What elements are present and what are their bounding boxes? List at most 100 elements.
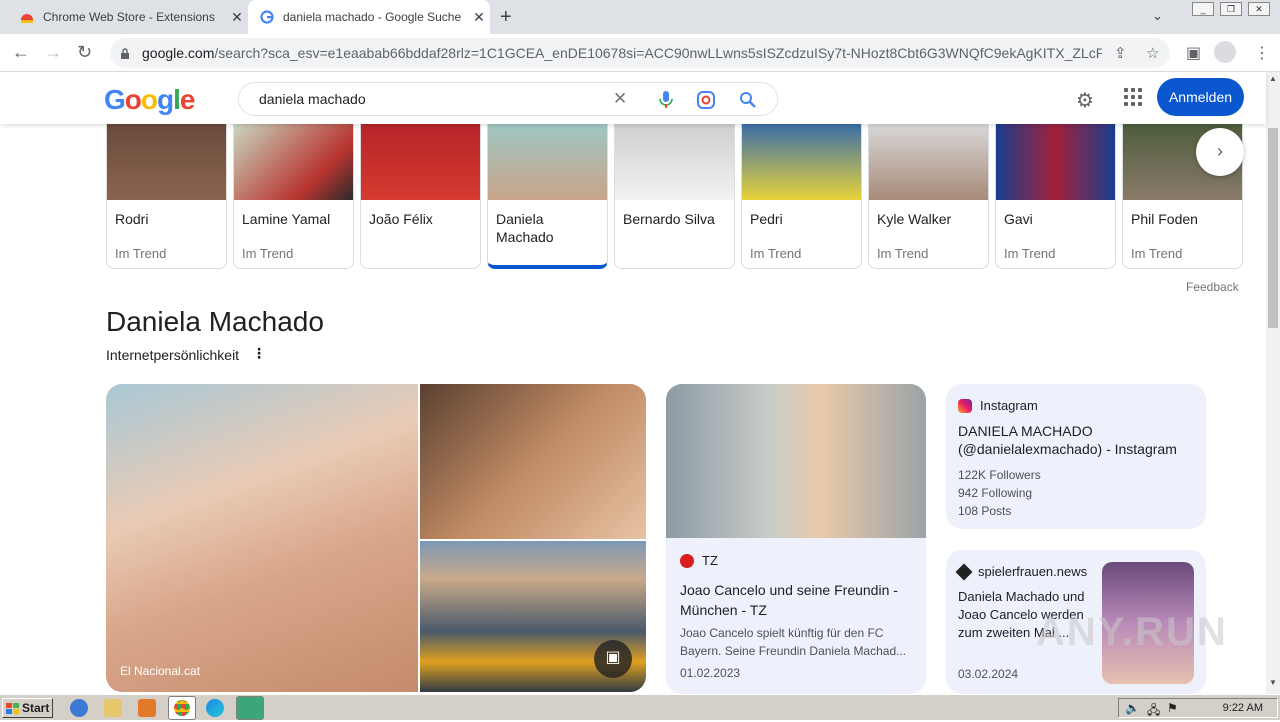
carousel-card-selected[interactable]: Daniela Machado [487, 124, 608, 269]
card-name: Phil Foden [1131, 211, 1198, 227]
sign-in-button[interactable]: Anmelden [1157, 78, 1244, 116]
news-image [666, 384, 926, 538]
windows-logo-icon [6, 702, 19, 714]
news-date: 03.02.2024 [958, 667, 1019, 681]
news-snippet: Joao Cancelo spielt künftig für den FC B… [680, 626, 907, 658]
clear-icon[interactable]: ✕ [613, 89, 627, 109]
google-logo[interactable]: Google [104, 84, 195, 116]
clock: 9:22 AM [1222, 702, 1263, 714]
close-window-button[interactable]: ✕ [1248, 2, 1270, 16]
image-gallery-icon[interactable]: ▣ [594, 640, 632, 678]
tab-google-search[interactable]: daniela machado - Google Suche ✕ [248, 0, 490, 34]
url-text: google.com/search?sca_esv=e1eaabab66bdda… [142, 45, 1102, 61]
volume-icon[interactable]: 🔈 [1125, 701, 1140, 715]
more-options-icon[interactable]: ⋮ [252, 345, 266, 362]
person-image [869, 124, 988, 200]
tab-chrome-web-store[interactable]: Chrome Web Store - Extensions ✕ [8, 0, 248, 34]
search-input[interactable] [259, 91, 599, 107]
star-icon[interactable]: ☆ [1146, 44, 1159, 62]
instagram-icon [958, 398, 972, 413]
scroll-down-arrow-icon[interactable]: ▼ [1269, 678, 1277, 687]
news-headline[interactable]: Joao Cancelo und seine Freundin - Münche… [680, 580, 912, 620]
start-button[interactable]: Start [2, 698, 53, 718]
scroll-up-arrow-icon[interactable]: ▲ [1269, 74, 1277, 83]
card-name: Gavi [1004, 211, 1033, 227]
tab-strip: Chrome Web Store - Extensions ✕ daniela … [0, 0, 1280, 34]
trend-label: Im Trend [242, 246, 294, 261]
settings-gear-icon[interactable]: ⚙ [1076, 88, 1094, 113]
taskbar: Start 🔈 🖧 ⚑ 9:22 AM [0, 694, 1280, 720]
news-card-tz[interactable]: TZ Joao Cancelo und seine Freundin - Mün… [666, 384, 926, 694]
close-icon[interactable]: ✕ [226, 9, 248, 26]
scrollbar-thumb[interactable] [1268, 128, 1278, 328]
system-tray: 🔈 🖧 ⚑ 9:22 AM [1118, 698, 1278, 718]
image-tile[interactable] [420, 384, 646, 539]
folder-icon[interactable] [104, 699, 122, 717]
scrollbar[interactable]: ▲ ▼ [1266, 72, 1280, 694]
card-name: João Félix [369, 211, 433, 227]
ie-icon[interactable] [70, 699, 88, 717]
address-bar[interactable]: google.com/search?sca_esv=e1eaabab66bdda… [110, 38, 1170, 68]
flag-icon[interactable]: ⚑ [1167, 701, 1178, 715]
news-date: 01.02.2023 [680, 666, 741, 680]
close-icon[interactable]: ✕ [468, 9, 490, 26]
chevron-down-icon[interactable]: ⌄ [1152, 8, 1163, 24]
carousel-card[interactable]: Lamine Yamal Im Trend [233, 124, 354, 269]
network-icon[interactable]: 🖧 [1147, 701, 1160, 722]
search-icon[interactable] [739, 91, 757, 109]
posts-count: 108 Posts [958, 504, 1012, 518]
profile-avatar[interactable] [1214, 41, 1236, 63]
feedback-link[interactable]: Feedback [1186, 280, 1239, 294]
search-box: ✕ [238, 82, 778, 116]
share-icon[interactable]: ⇪ [1114, 44, 1127, 62]
person-image [107, 124, 226, 200]
google-g-icon [260, 10, 274, 24]
card-name: Bernardo Silva [623, 211, 715, 227]
person-image [488, 124, 607, 200]
side-panel-icon[interactable]: ▣ [1186, 43, 1201, 63]
carousel-card[interactable]: Bernardo Silva [614, 124, 735, 269]
main-image[interactable]: El Nacional.cat [106, 384, 418, 692]
image-credit: El Nacional.cat [120, 664, 201, 678]
source-label: Instagram [958, 398, 1038, 413]
carousel-card[interactable]: Kyle Walker Im Trend [868, 124, 989, 269]
carousel-card[interactable]: João Félix [360, 124, 481, 269]
instagram-card[interactable]: Instagram DANIELA MACHADO (@danielalexma… [946, 384, 1206, 529]
lens-icon[interactable] [697, 91, 715, 109]
google-header: Google ✕ ⚙ Anmelden [0, 72, 1266, 124]
forward-arrow-icon[interactable]: → [44, 43, 62, 61]
source-label: spielerfrauen.news [955, 563, 1087, 580]
entity-subtitle: Internetpersönlichkeit [106, 347, 240, 363]
window-controls: _ ❐ ✕ [1192, 2, 1270, 16]
people-carousel: Rodri Im Trend Lamine Yamal Im Trend Joã… [106, 124, 1246, 274]
tz-logo-icon [680, 553, 694, 568]
trend-label: Im Trend [877, 246, 929, 261]
browser-toolbar: ← → ↻ google.com/search?sca_esv=e1eaabab… [0, 34, 1280, 72]
watermark: ANY.RUN [1036, 610, 1228, 654]
card-name: Lamine Yamal [242, 211, 331, 227]
microphone-icon[interactable] [659, 91, 673, 109]
back-arrow-icon[interactable]: ← [12, 43, 30, 61]
carousel-card[interactable]: Pedri Im Trend [741, 124, 862, 269]
tab-title: Chrome Web Store - Extensions [43, 10, 215, 24]
more-menu-icon[interactable]: ⋮ [1254, 43, 1270, 63]
chrome-taskbar-icon[interactable] [168, 696, 196, 720]
tab-title: daniela machado - Google Suche [283, 10, 462, 24]
carousel-card[interactable]: Rodri Im Trend [106, 124, 227, 269]
image-tile[interactable]: ▣ [420, 541, 646, 692]
profile-headline[interactable]: DANIELA MACHADO (@danielalexmachado) - I… [958, 422, 1194, 458]
minimize-button[interactable]: _ [1192, 2, 1214, 16]
chevron-right-icon[interactable]: › [1196, 128, 1244, 176]
new-tab-button[interactable]: + [500, 6, 512, 28]
media-player-icon[interactable] [138, 699, 156, 717]
maximize-button[interactable]: ❐ [1220, 2, 1242, 16]
source-label: TZ [680, 553, 718, 568]
person-image [361, 124, 480, 200]
app-taskbar-icon[interactable] [236, 696, 264, 720]
carousel-card[interactable]: Gavi Im Trend [995, 124, 1116, 269]
person-image [742, 124, 861, 200]
apps-grid-icon[interactable] [1124, 88, 1142, 106]
reload-icon[interactable]: ↻ [77, 43, 92, 61]
edge-icon[interactable] [206, 699, 224, 717]
url-path: /search?sca_esv=e1eaabab66bddaf28rlz=1C1… [214, 45, 1102, 61]
